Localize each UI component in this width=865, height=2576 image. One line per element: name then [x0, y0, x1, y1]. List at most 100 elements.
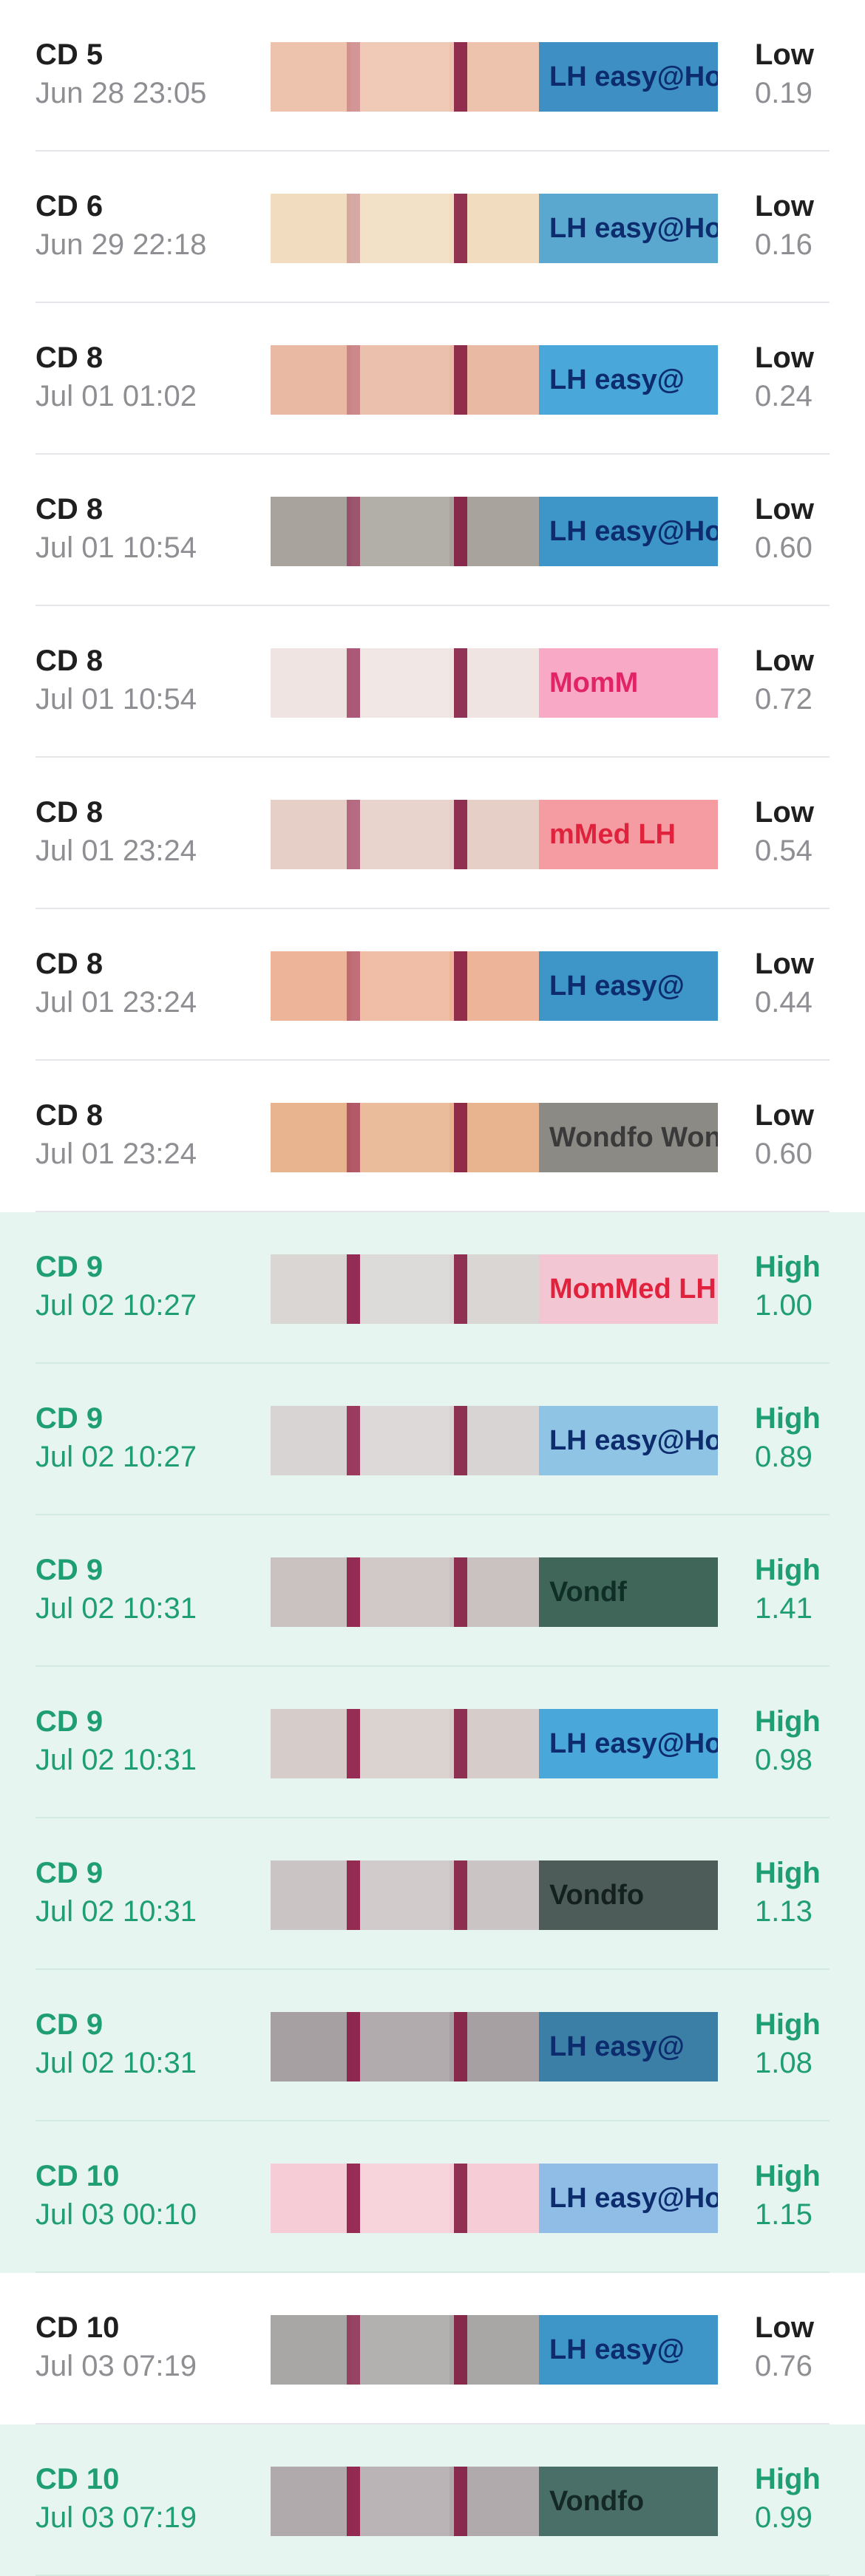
test-datetime: Jul 01 10:54 — [35, 683, 197, 716]
cycle-day-label: CD 8 — [35, 645, 104, 677]
strip-brand-handle: LH easy@Home — [539, 497, 718, 566]
test-row[interactable]: CD 8 Jul 01 23:24 LH easy@ Low 0.44 — [0, 909, 865, 1061]
cycle-day-label: CD 9 — [35, 1251, 104, 1283]
test-strip-image[interactable]: LH easy@Home LH — [271, 1406, 718, 1475]
test-info: CD 10 Jul 03 00:10 — [35, 2157, 257, 2234]
test-line — [346, 2012, 360, 2081]
test-result: High 1.08 — [755, 2005, 844, 2082]
test-datetime: Jun 29 22:18 — [35, 228, 207, 261]
test-line — [346, 194, 360, 263]
test-datetime: Jul 02 10:31 — [35, 2047, 197, 2079]
test-strip-image[interactable]: LH easy@ — [271, 2315, 718, 2385]
cycle-day-label: CD 8 — [35, 493, 104, 526]
test-info: CD 8 Jul 01 23:24 — [35, 1096, 257, 1173]
test-row[interactable]: CD 9 Jul 02 10:27 LH easy@Home LH High 0.89 — [0, 1364, 865, 1515]
strip-brand-text: Vondf — [549, 1576, 627, 1608]
control-line — [454, 2467, 468, 2536]
test-result: High 0.98 — [755, 1702, 844, 1779]
test-row[interactable]: CD 10 Jul 03 07:19 Vondfo High 0.99 — [0, 2424, 865, 2576]
test-strip-image[interactable]: LH easy@Home LH — [271, 194, 718, 263]
test-strip-image[interactable]: LH easy@Home — [271, 497, 718, 566]
test-info: CD 9 Jul 02 10:27 — [35, 1399, 257, 1476]
control-line — [454, 2315, 468, 2385]
test-strip-image[interactable]: Wondfo Wondfo — [271, 1103, 718, 1172]
strip-brand-handle: LH easy@Home LH — [539, 1406, 718, 1475]
test-strip-image[interactable]: LH easy@Home — [271, 42, 718, 112]
cycle-day-label: CD 8 — [35, 341, 104, 374]
strip-shade-band — [350, 1709, 450, 1778]
control-line — [454, 1557, 468, 1627]
test-row[interactable]: CD 8 Jul 01 10:54 MomM Low 0.72 — [0, 606, 865, 758]
test-datetime: Jul 01 23:24 — [35, 835, 197, 867]
test-row[interactable]: CD 8 Jul 01 23:24 Wondfo Wondfo Low 0.60 — [0, 1061, 865, 1212]
test-line — [346, 1860, 360, 1930]
strip-brand-handle: Wondfo Wondfo — [539, 1103, 718, 1172]
test-result: Low 0.19 — [755, 35, 844, 112]
strip-shade-band — [350, 951, 450, 1021]
strip-brand-text: LH easy@Home — [549, 515, 718, 547]
test-strip-image[interactable]: Vondfo — [271, 2467, 718, 2536]
lh-level-label: High — [755, 1402, 821, 1435]
test-row[interactable]: CD 9 Jul 02 10:31 LH easy@ High 1.08 — [0, 1970, 865, 2121]
test-row[interactable]: CD 9 Jul 02 10:31 Vondfo High 1.13 — [0, 1818, 865, 1970]
cycle-day-label: CD 9 — [35, 1402, 104, 1435]
test-strip-image[interactable]: MomM — [271, 648, 718, 718]
test-line — [346, 42, 360, 112]
test-datetime: Jul 02 10:27 — [35, 1289, 197, 1322]
cycle-day-label: CD 5 — [35, 38, 104, 71]
strip-shade-band — [350, 648, 450, 718]
test-strip-image[interactable]: Vondfo — [271, 1860, 718, 1930]
test-row[interactable]: CD 9 Jul 02 10:31 LH easy@Home High 0.98 — [0, 1667, 865, 1818]
test-strip-image[interactable]: LH easy@ — [271, 951, 718, 1021]
test-strip-image[interactable]: Vondf — [271, 1557, 718, 1627]
lh-ratio-value: 1.00 — [755, 1289, 813, 1322]
test-datetime: Jul 02 10:27 — [35, 1441, 197, 1473]
test-strip-image[interactable]: LH easy@Home — [271, 1709, 718, 1778]
strip-brand-handle: MomM — [539, 648, 718, 718]
test-result: Low 0.76 — [755, 2308, 844, 2385]
control-line — [454, 800, 468, 869]
test-result: High 1.15 — [755, 2157, 844, 2234]
test-row[interactable]: CD 10 Jul 03 07:19 LH easy@ Low 0.76 — [0, 2273, 865, 2424]
cycle-day-label: CD 8 — [35, 948, 104, 980]
test-line — [346, 1406, 360, 1475]
test-row[interactable]: CD 8 Jul 01 23:24 mMed LH Low 0.54 — [0, 758, 865, 909]
lh-ratio-value: 1.13 — [755, 1895, 813, 1928]
strip-brand-text: Vondfo — [549, 2485, 645, 2517]
strip-brand-text: mMed LH — [549, 818, 676, 850]
test-row[interactable]: CD 8 Jul 01 10:54 LH easy@Home Low 0.60 — [0, 455, 865, 606]
control-line — [454, 1709, 468, 1778]
test-strip-image[interactable]: LH easy@Home — [271, 2164, 718, 2233]
test-row[interactable]: CD 5 Jun 28 23:05 LH easy@Home Low 0.19 — [0, 0, 865, 152]
test-datetime: Jul 02 10:31 — [35, 1592, 197, 1625]
lh-test-list: CD 5 Jun 28 23:05 LH easy@Home Low 0.19 CD 6 J… — [0, 0, 865, 2576]
test-info: CD 9 Jul 02 10:31 — [35, 1551, 257, 1628]
lh-ratio-value: 0.76 — [755, 2350, 813, 2382]
test-strip-image[interactable]: mMed LH — [271, 800, 718, 869]
strip-brand-handle: LH easy@Home — [539, 2164, 718, 2233]
lh-ratio-value: 0.44 — [755, 986, 813, 1019]
lh-ratio-value: 1.08 — [755, 2047, 813, 2079]
strip-brand-handle: Vondfo — [539, 2467, 718, 2536]
cycle-day-label: CD 9 — [35, 1554, 104, 1586]
lh-level-label: Low — [755, 796, 814, 829]
test-strip-image[interactable]: LH easy@ — [271, 345, 718, 415]
test-strip-image[interactable]: MomMed LH — [271, 1254, 718, 1324]
control-line — [454, 42, 468, 112]
test-datetime: Jul 03 00:10 — [35, 2198, 197, 2231]
strip-brand-text: LH easy@ — [549, 2030, 685, 2062]
test-info: CD 8 Jul 01 10:54 — [35, 490, 257, 567]
cycle-day-label: CD 8 — [35, 796, 104, 829]
test-strip-image[interactable]: LH easy@ — [271, 2012, 718, 2081]
strip-shade-band — [350, 2467, 450, 2536]
test-info: CD 8 Jul 01 01:02 — [35, 339, 257, 415]
test-row[interactable]: CD 6 Jun 29 22:18 LH easy@Home LH Low 0.16 — [0, 152, 865, 303]
strip-brand-handle: LH easy@Home LH — [539, 194, 718, 263]
control-line — [454, 194, 468, 263]
lh-ratio-value: 0.72 — [755, 683, 813, 716]
lh-level-label: Low — [755, 38, 814, 71]
test-row[interactable]: CD 10 Jul 03 00:10 LH easy@Home High 1.15 — [0, 2121, 865, 2273]
test-row[interactable]: CD 9 Jul 02 10:27 MomMed LH High 1.00 — [0, 1212, 865, 1364]
test-row[interactable]: CD 9 Jul 02 10:31 Vondf High 1.41 — [0, 1515, 865, 1667]
test-row[interactable]: CD 8 Jul 01 01:02 LH easy@ Low 0.24 — [0, 303, 865, 455]
